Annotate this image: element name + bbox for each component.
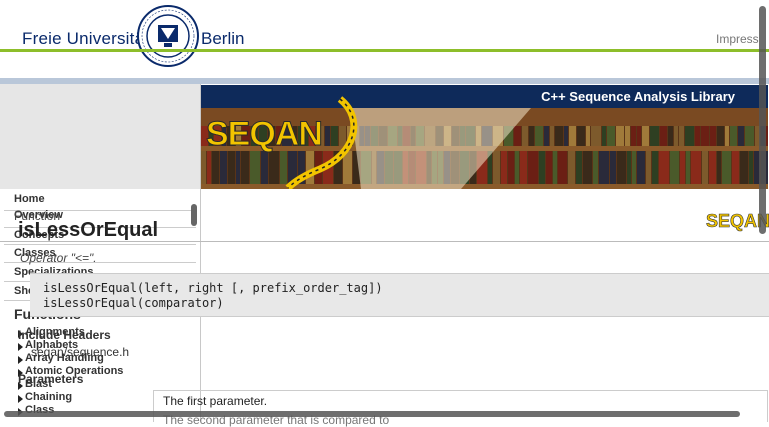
page-title: isLessOrEqual [18, 219, 159, 241]
nav-home[interactable]: Home [14, 193, 45, 205]
expand-triangle-icon[interactable] [18, 356, 23, 364]
impress-link[interactable]: Impress [716, 32, 759, 46]
signature-line: isLessOrEqual(comparator) [43, 296, 224, 310]
vertical-scrollbar[interactable] [759, 6, 766, 234]
signature-box [30, 273, 769, 317]
function-description: Operator "<=". [20, 251, 97, 265]
expand-triangle-icon[interactable] [18, 395, 23, 403]
university-name-left[interactable]: Freie Universität [22, 29, 149, 49]
signature-line: isLessOrEqual(left, right [, prefix_orde… [43, 281, 383, 295]
sidebar-top-panel [0, 84, 200, 189]
include-header-value[interactable]: seqan/sequence.h [31, 345, 129, 359]
header-green-rule [0, 49, 769, 52]
sidebar-scrollbar[interactable] [191, 204, 197, 226]
expand-triangle-icon[interactable] [18, 343, 23, 351]
library-title: C++ Sequence Analysis Library [541, 89, 735, 104]
dna-helix-icon [285, 96, 358, 189]
parameters-heading: Parameters [18, 372, 84, 386]
university-name-right[interactable]: Berlin [201, 29, 244, 49]
university-seal-logo[interactable] [137, 5, 199, 67]
horizontal-scrollbar[interactable] [4, 411, 740, 417]
function-group-chaining[interactable]: Chaining [25, 391, 72, 403]
param-description: The first parameter. [163, 394, 268, 408]
nav-divider [4, 244, 196, 245]
title-divider [0, 241, 769, 242]
include-headers-heading: Include Headers [18, 328, 111, 342]
